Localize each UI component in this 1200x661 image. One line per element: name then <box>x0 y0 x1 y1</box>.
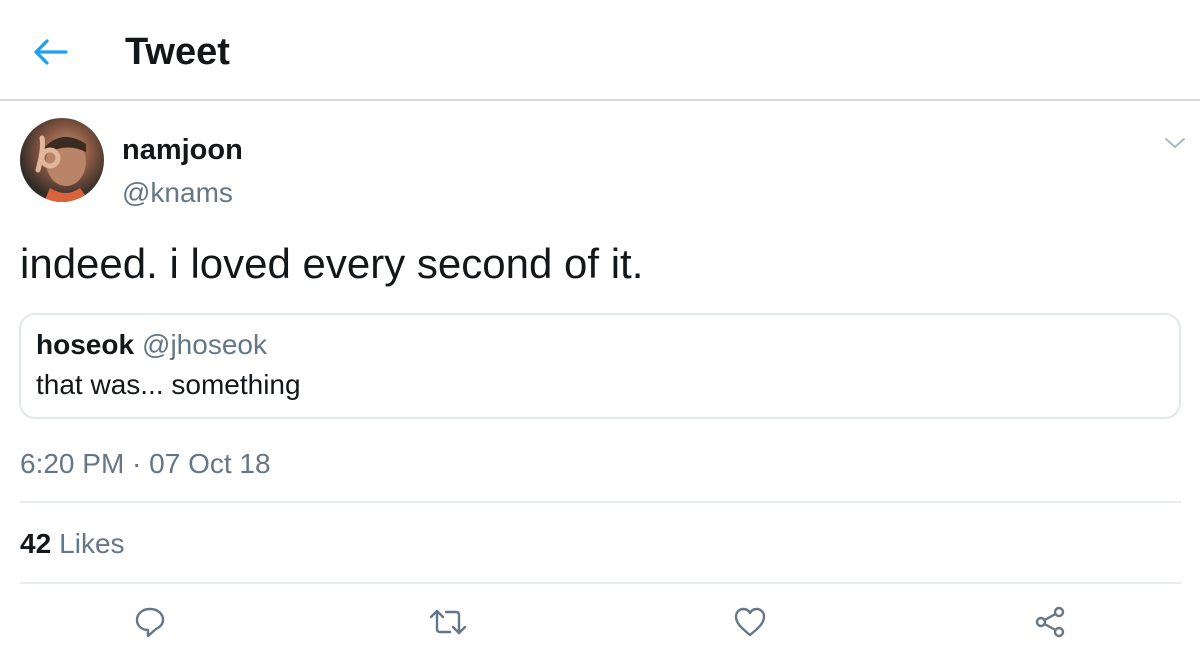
more-options-button[interactable] <box>1160 128 1190 158</box>
quoted-author: hoseok @jhoseok <box>36 329 267 361</box>
quoted-tweet[interactable]: hoseok @jhoseok that was... something <box>19 313 1181 419</box>
arrow-left-icon <box>34 39 68 65</box>
like-button[interactable] <box>728 600 772 644</box>
quoted-author-handle: @jhoseok <box>142 329 267 360</box>
avatar-photo <box>35 135 90 202</box>
heart-icon <box>734 607 766 637</box>
quoted-author-name: hoseok <box>36 329 135 360</box>
likes-count: 42 <box>20 528 52 559</box>
reply-icon <box>135 607 165 638</box>
tweet-text: indeed. i loved every second of it. <box>20 240 644 287</box>
divider <box>20 582 1181 584</box>
share-icon <box>1035 606 1065 638</box>
retweet-button[interactable] <box>426 600 470 644</box>
likes-label: Likes <box>59 528 125 559</box>
quoted-tweet-text: that was... something <box>36 369 301 400</box>
back-button[interactable] <box>30 32 70 72</box>
author-name[interactable]: namjoon <box>122 133 243 167</box>
likes-summary[interactable]: 42 Likes <box>20 527 125 561</box>
share-button[interactable] <box>1028 600 1072 644</box>
top-bar: Tweet <box>0 0 1200 101</box>
avatar[interactable] <box>20 118 104 202</box>
author-handle[interactable]: @knams <box>122 176 233 210</box>
tweet-timestamp: 6:20 PM · 07 Oct 18 <box>20 448 271 479</box>
chevron-down-icon <box>1165 138 1185 148</box>
page-title: Tweet <box>125 31 230 73</box>
retweet-icon <box>429 609 467 635</box>
divider <box>20 501 1181 503</box>
reply-button[interactable] <box>128 600 172 644</box>
